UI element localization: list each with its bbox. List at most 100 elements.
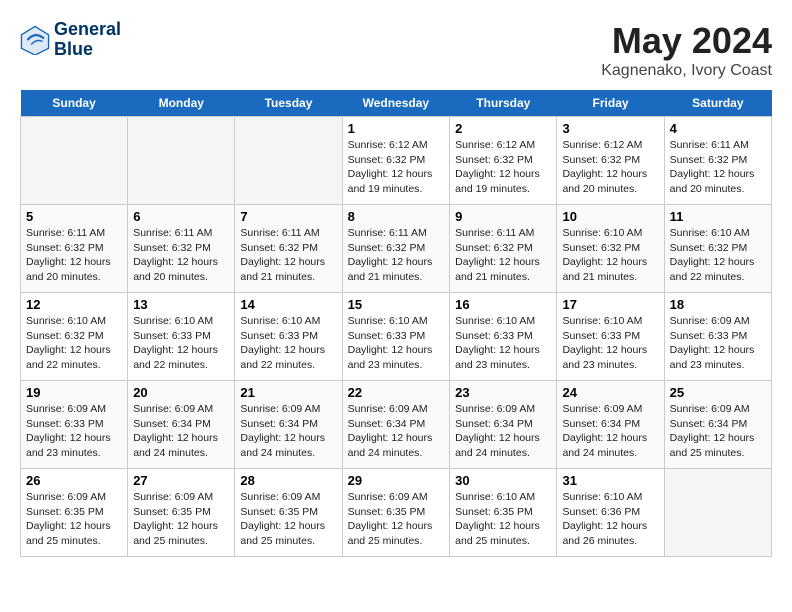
day-info: Sunrise: 6:10 AM Sunset: 6:32 PM Dayligh… [562, 226, 658, 285]
calendar-cell: 28Sunrise: 6:09 AM Sunset: 6:35 PM Dayli… [235, 469, 342, 557]
day-header-tuesday: Tuesday [235, 90, 342, 117]
calendar-cell: 24Sunrise: 6:09 AM Sunset: 6:34 PM Dayli… [557, 381, 664, 469]
day-header-thursday: Thursday [450, 90, 557, 117]
day-header-saturday: Saturday [664, 90, 771, 117]
day-info: Sunrise: 6:09 AM Sunset: 6:33 PM Dayligh… [670, 314, 766, 373]
day-number: 13 [133, 297, 229, 312]
logo: General Blue [20, 20, 121, 60]
day-header-wednesday: Wednesday [342, 90, 450, 117]
calendar-week-4: 19Sunrise: 6:09 AM Sunset: 6:33 PM Dayli… [21, 381, 772, 469]
day-number: 19 [26, 385, 122, 400]
day-number: 28 [240, 473, 336, 488]
day-number: 25 [670, 385, 766, 400]
calendar-cell: 30 Sunrise: 6:10 AM Sunset: 6:35 PM Dayli… [450, 469, 557, 557]
day-info: Sunrise: 6:12 AM Sunset: 6:32 PM Dayligh… [562, 138, 658, 197]
day-number: 23 [455, 385, 551, 400]
calendar-cell: 1 Sunrise: 6:12 AM Sunset: 6:32 PM Daylig… [342, 117, 450, 205]
day-info: Sunrise: 6:09 AM Sunset: 6:34 PM Dayligh… [240, 402, 336, 461]
day-info: Sunrise: 6:11 AM Sunset: 6:32 PM Dayligh… [26, 226, 122, 285]
day-number: 4 [670, 121, 766, 136]
day-number: 12 [26, 297, 122, 312]
day-info: Sunrise: 6:09 AM Sunset: 6:35 PM Dayligh… [133, 490, 229, 549]
calendar-cell [128, 117, 235, 205]
day-info: Sunrise: 6:12 AM Sunset: 6:32 PM Dayligh… [348, 138, 445, 197]
calendar-cell: 6 Sunrise: 6:11 AM Sunset: 6:32 PM Daylig… [128, 205, 235, 293]
day-number: 29 [348, 473, 445, 488]
logo-line1: General [54, 20, 121, 40]
calendar-cell: 18 Sunrise: 6:09 AM Sunset: 6:33 PM Dayli… [664, 293, 771, 381]
day-info: Sunrise: 6:09 AM Sunset: 6:34 PM Dayligh… [133, 402, 229, 461]
day-number: 26 [26, 473, 122, 488]
day-number: 18 [670, 297, 766, 312]
logo-text: General Blue [54, 20, 121, 60]
day-number: 7 [240, 209, 336, 224]
calendar-cell: 14Sunrise: 6:10 AM Sunset: 6:33 PM Dayli… [235, 293, 342, 381]
calendar-cell: 10 Sunrise: 6:10 AM Sunset: 6:32 PM Dayli… [557, 205, 664, 293]
calendar-cell: 8Sunrise: 6:11 AM Sunset: 6:32 PM Daylig… [342, 205, 450, 293]
day-info: Sunrise: 6:10 AM Sunset: 6:33 PM Dayligh… [455, 314, 551, 373]
day-info: Sunrise: 6:09 AM Sunset: 6:34 PM Dayligh… [348, 402, 445, 461]
calendar-cell: 12 Sunrise: 6:10 AM Sunset: 6:32 PM Dayli… [21, 293, 128, 381]
day-number: 30 [455, 473, 551, 488]
day-info: Sunrise: 6:11 AM Sunset: 6:32 PM Dayligh… [670, 138, 766, 197]
calendar-cell: 22 Sunrise: 6:09 AM Sunset: 6:34 PM Dayli… [342, 381, 450, 469]
day-info: Sunrise: 6:11 AM Sunset: 6:32 PM Dayligh… [240, 226, 336, 285]
page-header: General Blue May 2024 Kagnenako, Ivory C… [20, 20, 772, 80]
calendar-cell: 5 Sunrise: 6:11 AM Sunset: 6:32 PM Daylig… [21, 205, 128, 293]
title-area: May 2024 Kagnenako, Ivory Coast [601, 20, 772, 80]
day-number: 15 [348, 297, 445, 312]
calendar-cell: 17Sunrise: 6:10 AM Sunset: 6:33 PM Dayli… [557, 293, 664, 381]
day-info: Sunrise: 6:10 AM Sunset: 6:32 PM Dayligh… [26, 314, 122, 373]
day-header-friday: Friday [557, 90, 664, 117]
day-info: Sunrise: 6:09 AM Sunset: 6:34 PM Dayligh… [670, 402, 766, 461]
calendar-week-2: 5 Sunrise: 6:11 AM Sunset: 6:32 PM Daylig… [21, 205, 772, 293]
day-number: 22 [348, 385, 445, 400]
day-number: 21 [240, 385, 336, 400]
calendar-cell: 21 Sunrise: 6:09 AM Sunset: 6:34 PM Dayli… [235, 381, 342, 469]
day-number: 20 [133, 385, 229, 400]
calendar-week-3: 12 Sunrise: 6:10 AM Sunset: 6:32 PM Dayli… [21, 293, 772, 381]
day-number: 10 [562, 209, 658, 224]
day-number: 17 [562, 297, 658, 312]
calendar-cell [21, 117, 128, 205]
day-number: 27 [133, 473, 229, 488]
calendar-cell: 3Sunrise: 6:12 AM Sunset: 6:32 PM Daylig… [557, 117, 664, 205]
day-number: 1 [348, 121, 445, 136]
day-number: 31 [562, 473, 658, 488]
day-info: Sunrise: 6:10 AM Sunset: 6:33 PM Dayligh… [240, 314, 336, 373]
logo-icon [20, 25, 50, 55]
calendar-cell: 9Sunrise: 6:11 AM Sunset: 6:32 PM Daylig… [450, 205, 557, 293]
day-number: 6 [133, 209, 229, 224]
calendar-cell: 25 Sunrise: 6:09 AM Sunset: 6:34 PM Dayli… [664, 381, 771, 469]
day-info: Sunrise: 6:10 AM Sunset: 6:36 PM Dayligh… [562, 490, 658, 549]
calendar-cell: 23Sunrise: 6:09 AM Sunset: 6:34 PM Dayli… [450, 381, 557, 469]
calendar-cell: 19Sunrise: 6:09 AM Sunset: 6:33 PM Dayli… [21, 381, 128, 469]
day-number: 5 [26, 209, 122, 224]
day-header-row: SundayMondayTuesdayWednesdayThursdayFrid… [21, 90, 772, 117]
calendar-cell: 20 Sunrise: 6:09 AM Sunset: 6:34 PM Dayli… [128, 381, 235, 469]
day-info: Sunrise: 6:11 AM Sunset: 6:32 PM Dayligh… [133, 226, 229, 285]
day-header-monday: Monday [128, 90, 235, 117]
calendar-cell: 31 Sunrise: 6:10 AM Sunset: 6:36 PM Dayli… [557, 469, 664, 557]
day-number: 8 [348, 209, 445, 224]
calendar-table: SundayMondayTuesdayWednesdayThursdayFrid… [20, 90, 772, 557]
calendar-cell [664, 469, 771, 557]
month-title: May 2024 [601, 20, 772, 62]
calendar-cell: 29 Sunrise: 6:09 AM Sunset: 6:35 PM Dayli… [342, 469, 450, 557]
calendar-cell [235, 117, 342, 205]
day-info: Sunrise: 6:12 AM Sunset: 6:32 PM Dayligh… [455, 138, 551, 197]
day-info: Sunrise: 6:10 AM Sunset: 6:32 PM Dayligh… [670, 226, 766, 285]
day-info: Sunrise: 6:10 AM Sunset: 6:33 PM Dayligh… [133, 314, 229, 373]
day-number: 11 [670, 209, 766, 224]
calendar-cell: 15 Sunrise: 6:10 AM Sunset: 6:33 PM Dayli… [342, 293, 450, 381]
day-info: Sunrise: 6:09 AM Sunset: 6:35 PM Dayligh… [348, 490, 445, 549]
calendar-cell: 11 Sunrise: 6:10 AM Sunset: 6:32 PM Dayli… [664, 205, 771, 293]
day-number: 16 [455, 297, 551, 312]
day-info: Sunrise: 6:09 AM Sunset: 6:34 PM Dayligh… [562, 402, 658, 461]
day-header-sunday: Sunday [21, 90, 128, 117]
logo-line2: Blue [54, 40, 121, 60]
day-number: 9 [455, 209, 551, 224]
calendar-cell: 13 Sunrise: 6:10 AM Sunset: 6:33 PM Dayli… [128, 293, 235, 381]
day-info: Sunrise: 6:10 AM Sunset: 6:33 PM Dayligh… [348, 314, 445, 373]
day-info: Sunrise: 6:10 AM Sunset: 6:35 PM Dayligh… [455, 490, 551, 549]
